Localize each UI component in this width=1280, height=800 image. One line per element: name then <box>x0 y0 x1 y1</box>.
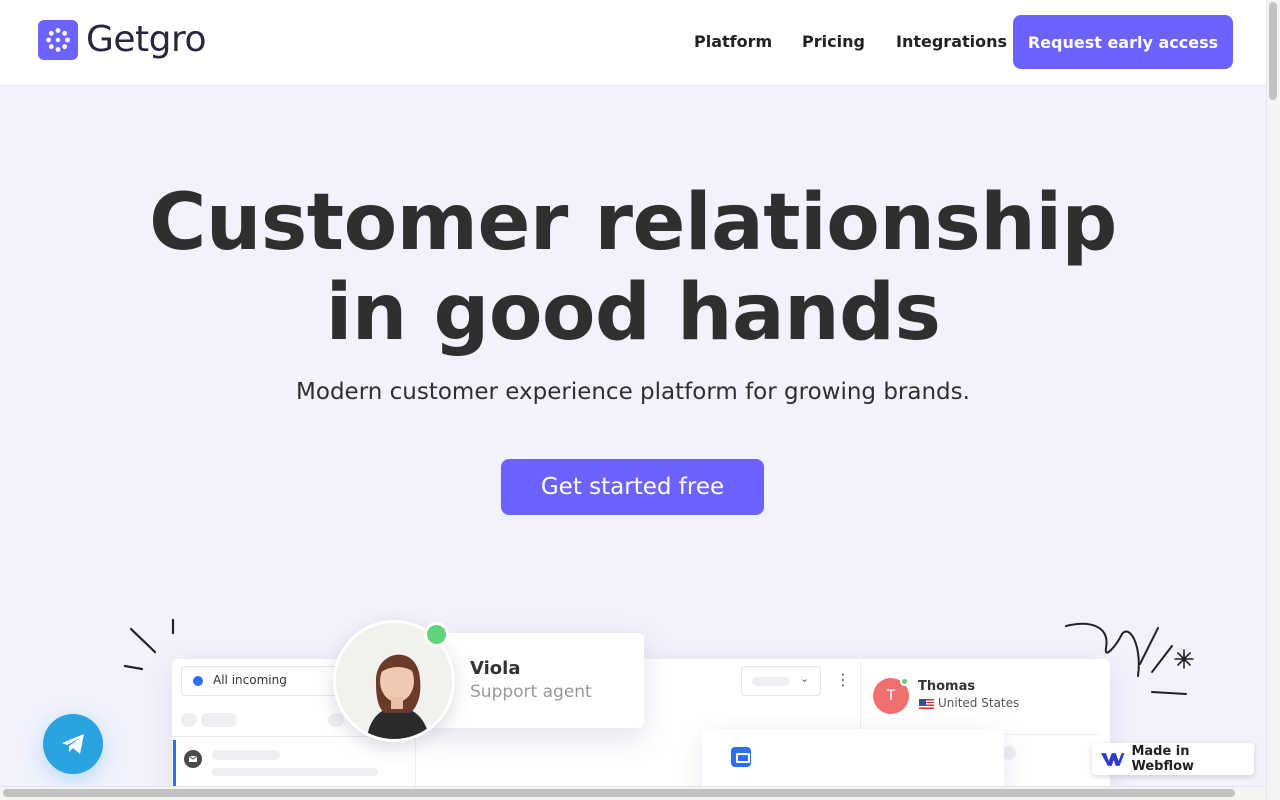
customer-initial: T <box>886 688 896 704</box>
hero-subtitle: Modern customer experience platform for … <box>296 379 970 405</box>
skeleton-item <box>201 713 237 727</box>
skeleton-line <box>212 768 378 776</box>
site-header: Getgro Platform Pricing Integrations Req… <box>0 0 1266 84</box>
hero-title-line2: in good hands <box>325 268 941 358</box>
brand-logo[interactable]: Getgro <box>38 19 207 60</box>
skeleton-line <box>212 750 280 760</box>
telegram-icon <box>62 734 84 754</box>
skeleton-item <box>181 713 197 727</box>
get-started-button[interactable]: Get started free <box>501 459 764 515</box>
vertical-scrollbar[interactable] <box>1266 0 1280 800</box>
skeleton-line <box>752 677 790 686</box>
customer-online-dot <box>900 677 909 686</box>
vertical-scrollbar-thumb[interactable] <box>1269 2 1277 100</box>
telegram-chat-button[interactable] <box>43 714 103 774</box>
kebab-icon[interactable]: ⋮ <box>835 670 851 690</box>
mail-icon <box>184 750 202 768</box>
agent-online-dot <box>424 622 449 647</box>
webflow-badge-label: Made in Webflow <box>1131 744 1195 774</box>
chat-icon <box>731 747 751 767</box>
nav-pricing[interactable]: Pricing <box>802 32 865 51</box>
getgro-logo-icon <box>38 19 78 60</box>
webflow-icon <box>1100 753 1125 766</box>
made-in-webflow-badge[interactable]: Made in Webflow <box>1092 743 1254 775</box>
nav-platform[interactable]: Platform <box>694 32 772 51</box>
filter-dot-icon <box>193 676 203 686</box>
skeleton-item <box>328 713 344 727</box>
customer-country: United States <box>938 696 1020 710</box>
horizontal-scrollbar-thumb[interactable] <box>3 789 1235 797</box>
request-early-access-button[interactable]: Request early access <box>1013 15 1233 69</box>
chevron-down-icon: ⌄ <box>800 672 810 685</box>
agent-role: Support agent <box>470 682 592 702</box>
us-flag-icon <box>919 699 934 709</box>
agent-name: Viola <box>470 658 521 679</box>
brand-name: Getgro <box>86 19 207 60</box>
hero-title: Customer relationship in good hands <box>0 178 1266 358</box>
active-conversation-bar <box>173 740 176 790</box>
nav-integrations[interactable]: Integrations <box>896 32 1007 51</box>
skeleton-item <box>1002 746 1016 760</box>
hero-title-line1: Customer relationship <box>149 178 1117 268</box>
customer-name: Thomas <box>918 679 976 694</box>
inbox-filter-label: All incoming <box>213 673 287 687</box>
agent-card <box>428 633 644 728</box>
